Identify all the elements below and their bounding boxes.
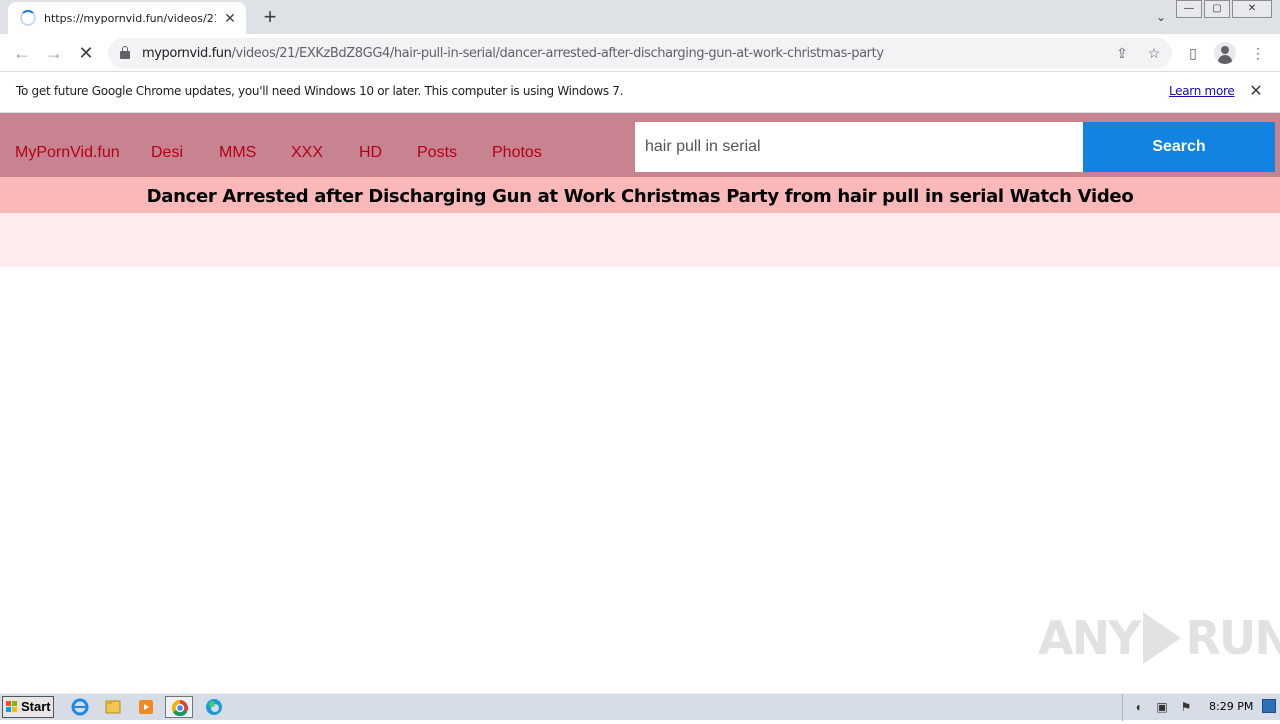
tab-close-icon[interactable]: ✕ (222, 10, 238, 26)
share-icon[interactable]: ⇪ (1112, 43, 1132, 63)
back-button[interactable]: ← (10, 41, 34, 65)
start-label: Start (21, 699, 51, 714)
nav-link-hd[interactable]: HD (359, 144, 382, 162)
internet-explorer-icon[interactable] (66, 696, 94, 718)
window-controls: — ▢ ✕ (1174, 0, 1272, 18)
nav-link-home[interactable]: MyPornVid.fun (15, 144, 120, 162)
system-tray: ◖ ▣ ⚑ 8:29 PM (1122, 694, 1280, 721)
close-window-button[interactable]: ✕ (1232, 0, 1272, 18)
content-strip (0, 213, 1280, 267)
tab-title: https://mypornvid.fun/videos/21/EX (44, 11, 216, 25)
forward-button[interactable]: → (42, 41, 66, 65)
site-header: MyPornVid.fun Desi MMS XXX HD Posts Phot… (0, 113, 1280, 177)
url-text[interactable]: mypornvid.fun/videos/21/EXKzBdZ8GG4/hair… (142, 46, 884, 61)
search-button[interactable]: Search (1083, 122, 1275, 172)
update-infobar: To get future Google Chrome updates, you… (0, 72, 1280, 113)
url-path: /videos/21/EXKzBdZ8GG4/hair-pull-in-seri… (231, 46, 884, 61)
anyrun-watermark: ANY RUN (1038, 610, 1280, 666)
nav-link-desi[interactable]: Desi (151, 144, 183, 162)
chrome-icon[interactable] (165, 696, 193, 718)
file-explorer-icon[interactable] (99, 696, 127, 718)
watermark-text-right: RUN (1185, 611, 1280, 665)
page-title-bar: Dancer Arrested after Discharging Gun at… (0, 177, 1280, 213)
bookmark-star-icon[interactable]: ☆ (1144, 43, 1164, 63)
lock-icon[interactable] (120, 46, 130, 59)
network-icon[interactable]: ▣ (1155, 700, 1169, 714)
profile-avatar-icon[interactable] (1214, 42, 1236, 64)
taskbar-clock[interactable]: 8:29 PM (1209, 700, 1253, 713)
menu-kebab-icon[interactable]: ⋮ (1247, 42, 1269, 64)
nav-link-mms[interactable]: MMS (219, 144, 256, 162)
new-tab-button[interactable]: + (258, 6, 282, 30)
browser-tab[interactable]: https://mypornvid.fun/videos/21/EX ✕ (8, 2, 246, 34)
nav-link-photos[interactable]: Photos (492, 144, 542, 162)
tab-search-chevron-icon[interactable]: ⌄ (1150, 6, 1172, 28)
browser-toolbar: ← → ✕ mypornvid.fun/videos/21/EXKzBdZ8GG… (0, 34, 1280, 72)
address-bar[interactable]: mypornvid.fun/videos/21/EXKzBdZ8GG4/hair… (108, 38, 1172, 68)
nav-link-xxx[interactable]: XXX (291, 144, 323, 162)
watermark-text-left: ANY (1038, 611, 1141, 665)
edge-icon[interactable] (200, 696, 228, 718)
infobar-close-icon[interactable]: ✕ (1246, 82, 1266, 102)
volume-icon[interactable]: ◖ (1131, 700, 1145, 714)
media-player-icon[interactable] (132, 696, 160, 718)
windows-logo-icon (6, 701, 18, 713)
learn-more-link[interactable]: Learn more (1169, 84, 1235, 98)
nav-link-posts[interactable]: Posts (417, 144, 457, 162)
play-logo-icon (1143, 612, 1182, 664)
search-input[interactable] (635, 122, 1083, 172)
infobar-message: To get future Google Chrome updates, you… (16, 84, 624, 98)
loading-spinner-icon (20, 10, 36, 26)
action-center-flag-icon[interactable]: ⚑ (1179, 700, 1193, 714)
windows-taskbar: Start ◖ ▣ ⚑ 8:29 PM (0, 693, 1280, 721)
show-desktop-icon[interactable] (1262, 699, 1276, 713)
start-button[interactable]: Start (2, 696, 54, 718)
minimize-button[interactable]: — (1176, 0, 1202, 18)
tab-strip: https://mypornvid.fun/videos/21/EX ✕ + ⌄… (0, 0, 1280, 34)
url-host: mypornvid.fun (142, 46, 232, 61)
stop-loading-button[interactable]: ✕ (74, 41, 98, 65)
side-panel-icon[interactable]: ▯ (1182, 42, 1204, 64)
page-title: Dancer Arrested after Discharging Gun at… (146, 186, 1134, 207)
restore-button[interactable]: ▢ (1204, 0, 1230, 18)
